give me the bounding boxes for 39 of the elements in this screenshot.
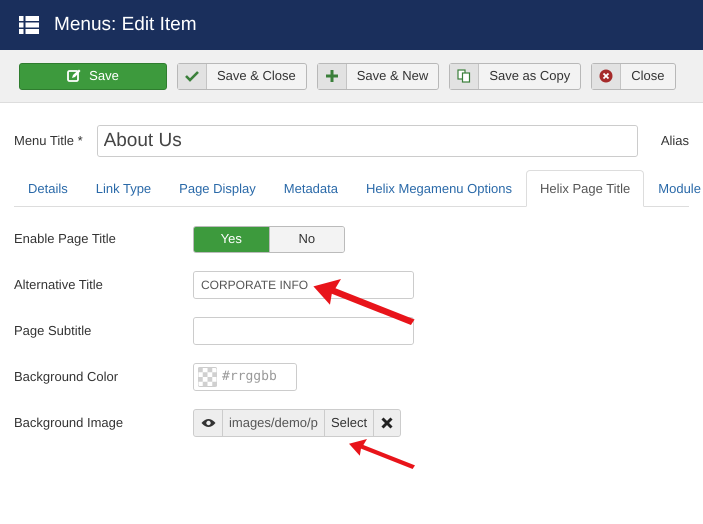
color-picker[interactable]: #rrggbb [193,363,297,391]
text-field[interactable] [193,317,414,345]
tab[interactable]: Metadata [270,170,352,207]
tab[interactable]: Module [644,170,703,207]
close-icon [381,417,394,429]
field-label: Menu Title * [14,132,84,150]
field-label: Page Subtitle [14,322,92,340]
close-icon [599,69,614,83]
eye-icon [200,418,216,428]
toolbar-button[interactable]: Save & New [316,62,440,90]
field-label: Enable Page Title [14,230,117,248]
path-field: images/demo/p [223,410,325,436]
tab[interactable]: Details [14,170,82,207]
tab[interactable]: Link Type [82,170,166,207]
tab[interactable]: Page Display [165,170,270,207]
select-button[interactable]: Select [325,410,374,436]
toolbar-button[interactable]: Close [591,62,676,90]
tab[interactable]: Helix Megamenu Options [352,170,526,207]
copy-icon [457,69,472,83]
title-field[interactable]: About Us [96,125,638,157]
save-button[interactable]: Save [19,62,167,90]
toggle-option[interactable]: No [268,226,344,252]
plus-icon [324,69,339,83]
list-icon [19,16,39,34]
field-label: Background Color [14,368,120,386]
page-title: Menus: Edit Item [54,12,197,37]
arrow-drawing [346,439,418,469]
edit-icon [67,69,82,83]
toolbar-button[interactable]: Save as Copy [449,62,582,90]
checkerboard-icon [198,367,217,387]
field-label: Alias [660,132,689,150]
toolbar-button[interactable]: Save & Close [177,62,307,90]
tab[interactable]: Helix Page Title [526,170,644,207]
text-field[interactable]: CORPORATE INFO [193,271,414,299]
field-label: Background Image [14,414,124,432]
hex-field[interactable]: #rrggbb [222,367,292,387]
toggle-option[interactable]: Yes [194,226,268,252]
field-label: Alternative Title [14,276,104,294]
check-icon [185,70,199,82]
